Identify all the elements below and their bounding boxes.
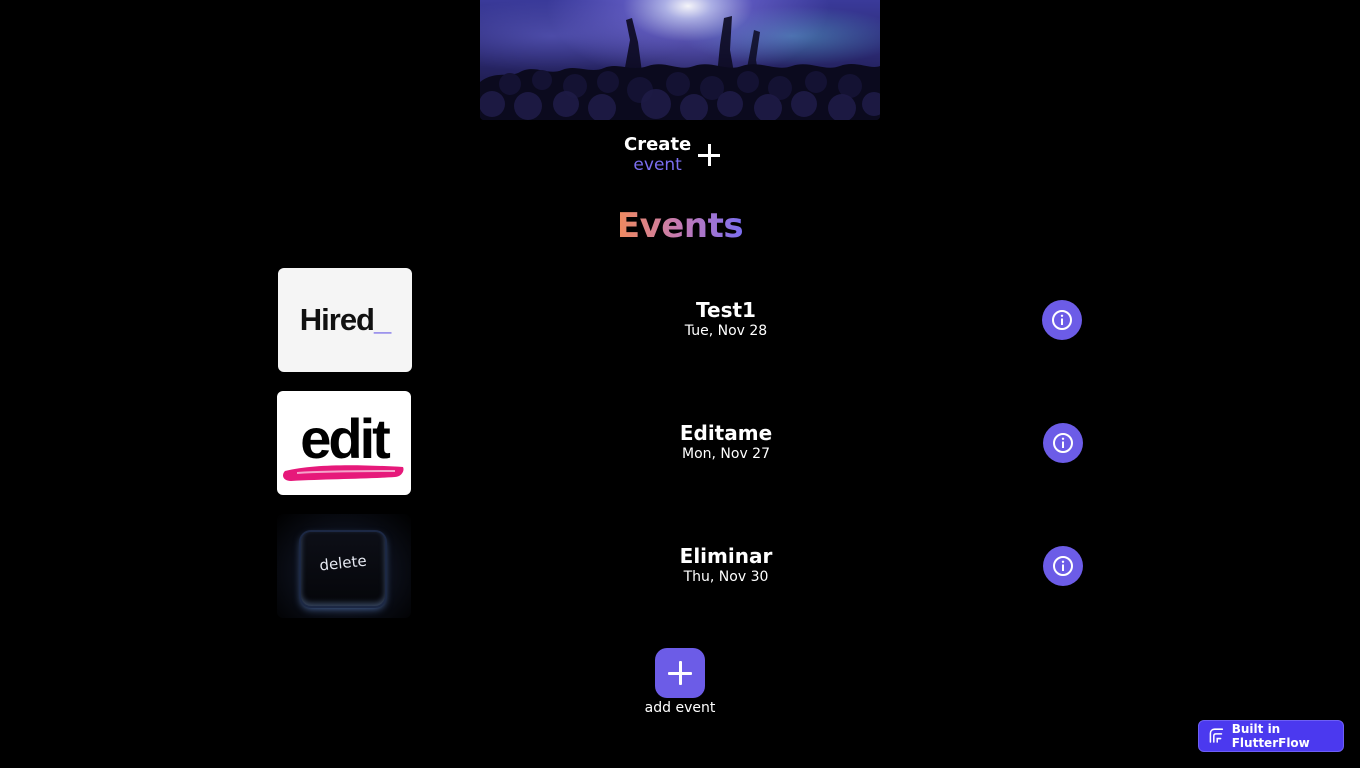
flutterflow-logo-icon (1209, 728, 1224, 743)
event-date: Tue, Nov 28 (684, 323, 768, 339)
event-name: Editame (679, 421, 773, 445)
event-date: Thu, Nov 30 (683, 569, 769, 585)
event-name: Eliminar (679, 544, 773, 568)
badge-label: Built in FlutterFlow (1231, 722, 1310, 750)
plus-icon (697, 143, 721, 167)
events-title-text: Events (616, 206, 744, 246)
event-row: Hired_ Test1 Tue, Nov 28 (276, 268, 1086, 372)
create-subtitle: event (633, 154, 682, 175)
info-icon (1053, 556, 1073, 576)
info-icon (1053, 433, 1073, 453)
built-in-flutterflow-badge[interactable]: Built in FlutterFlow (1198, 720, 1344, 752)
event-thumbnail-edit: edit (277, 391, 411, 495)
event-name: Test1 (696, 298, 756, 322)
paint-stroke-icon (283, 465, 404, 481)
event-info-button[interactable] (1043, 546, 1083, 586)
create-event-label: Create event (624, 133, 692, 175)
event-row: edit Editame Mon, Nov 27 (276, 391, 1086, 495)
page-title: Events (0, 206, 1360, 246)
add-event-label: add event (644, 700, 716, 716)
add-event-button[interactable] (655, 648, 705, 698)
event-thumbnail-hired: Hired_ (278, 268, 412, 372)
event-info: Test1 Tue, Nov 28 (656, 298, 796, 340)
event-info-button[interactable] (1043, 423, 1083, 463)
create-title: Create (624, 133, 692, 155)
event-info-button[interactable] (1042, 300, 1082, 340)
event-info: Editame Mon, Nov 27 (656, 421, 796, 463)
hired-logo-text: Hired_ (299, 302, 392, 337)
info-icon (1052, 310, 1072, 330)
create-event-button[interactable]: Create event (624, 130, 724, 180)
event-date: Mon, Nov 27 (681, 446, 770, 462)
event-row: delete Eliminar Thu, Nov 30 (276, 514, 1086, 618)
concert-banner-image (480, 0, 880, 120)
event-thumbnail-delete: delete (277, 514, 411, 618)
event-info: Eliminar Thu, Nov 30 (656, 544, 796, 586)
page: Create event Events Hired_ Test1 Tue, No… (0, 0, 1360, 768)
